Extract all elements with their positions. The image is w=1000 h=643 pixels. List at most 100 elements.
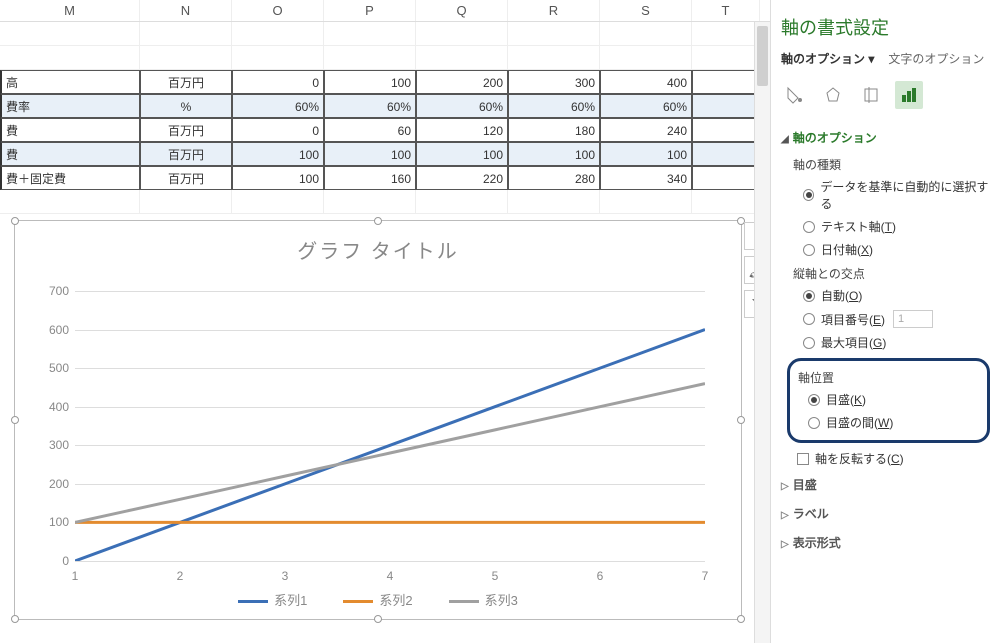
grid-cell[interactable]: 費 xyxy=(0,118,140,142)
column-header[interactable]: P xyxy=(324,0,416,21)
grid-cell[interactable]: 60% xyxy=(508,94,600,118)
chart-container[interactable]: グラフ タイトル 01002003004005006007001234567 系… xyxy=(14,220,742,620)
grid-cell[interactable]: 100 xyxy=(232,142,324,166)
grid-cell[interactable] xyxy=(416,190,508,214)
grid-cell[interactable]: 220 xyxy=(416,166,508,190)
grid-cell[interactable]: 400 xyxy=(600,70,692,94)
grid-cell[interactable]: 100 xyxy=(600,142,692,166)
grid-cell[interactable]: 160 xyxy=(324,166,416,190)
chart-handle[interactable] xyxy=(737,615,745,623)
section-numfmt[interactable]: ▷表示形式 xyxy=(781,528,990,557)
grid-cell[interactable] xyxy=(692,46,760,70)
grid-cell[interactable] xyxy=(692,166,760,190)
chart-handle[interactable] xyxy=(374,217,382,225)
grid-cell[interactable] xyxy=(0,22,140,46)
grid-cell[interactable] xyxy=(692,142,760,166)
grid-cell[interactable]: 費率 xyxy=(0,94,140,118)
grid-cell[interactable]: 300 xyxy=(508,70,600,94)
grid-cell[interactable]: 60% xyxy=(232,94,324,118)
grid-cell[interactable]: 100 xyxy=(324,70,416,94)
cross-item-input[interactable] xyxy=(893,310,933,328)
grid-cell[interactable]: 100 xyxy=(232,166,324,190)
radio-between-ticks[interactable]: 目盛の間(W) xyxy=(794,411,983,434)
axis-options-icon[interactable] xyxy=(895,81,923,109)
grid-cell[interactable] xyxy=(0,190,140,214)
radio-auto-type[interactable]: データを基準に自動的に選択する xyxy=(781,175,990,215)
grid-cell[interactable]: 100 xyxy=(324,142,416,166)
grid-cell[interactable] xyxy=(324,22,416,46)
grid-cell[interactable]: 60% xyxy=(416,94,508,118)
grid-cell[interactable]: 100 xyxy=(508,142,600,166)
radio-text-axis[interactable]: テキスト軸(T) xyxy=(781,215,990,238)
section-labels[interactable]: ▷ラベル xyxy=(781,499,990,528)
legend-item[interactable]: 系列1 xyxy=(238,590,307,609)
grid-cell[interactable]: 180 xyxy=(508,118,600,142)
column-header[interactable]: S xyxy=(600,0,692,21)
grid-cell[interactable] xyxy=(232,22,324,46)
legend-item[interactable]: 系列2 xyxy=(343,590,412,609)
chart-series-line[interactable] xyxy=(75,384,705,523)
grid-cell[interactable] xyxy=(692,22,760,46)
grid-cell[interactable]: 百万円 xyxy=(140,118,232,142)
grid-cell[interactable] xyxy=(140,22,232,46)
chart-series-line[interactable] xyxy=(75,330,705,561)
grid-cell[interactable] xyxy=(692,94,760,118)
radio-cross-item[interactable]: 項目番号(E) xyxy=(781,307,990,331)
column-header[interactable]: Q xyxy=(416,0,508,21)
grid-cell[interactable]: 100 xyxy=(416,142,508,166)
grid-cell[interactable]: 0 xyxy=(232,118,324,142)
section-ticks[interactable]: ▷目盛 xyxy=(781,470,990,499)
column-header[interactable]: M xyxy=(0,0,140,21)
grid-cell[interactable] xyxy=(232,46,324,70)
grid-cell[interactable] xyxy=(232,190,324,214)
radio-cross-max[interactable]: 最大項目(G) xyxy=(781,331,990,354)
chart-handle[interactable] xyxy=(11,416,19,424)
grid-cell[interactable]: 340 xyxy=(600,166,692,190)
grid-cell[interactable]: 240 xyxy=(600,118,692,142)
grid-cell[interactable]: 0 xyxy=(232,70,324,94)
grid-cell[interactable] xyxy=(140,190,232,214)
grid-cell[interactable]: 百万円 xyxy=(140,142,232,166)
grid-cell[interactable] xyxy=(600,22,692,46)
grid-cell[interactable]: 費 xyxy=(0,142,140,166)
grid-cell[interactable] xyxy=(508,22,600,46)
grid-cell[interactable]: % xyxy=(140,94,232,118)
grid-cell[interactable] xyxy=(140,46,232,70)
check-reverse-axis[interactable]: 軸を反転する(C) xyxy=(781,447,990,470)
grid-cell[interactable] xyxy=(0,46,140,70)
legend-item[interactable]: 系列3 xyxy=(449,590,518,609)
tab-text-options[interactable]: 文字のオプション xyxy=(888,50,984,67)
grid-body[interactable]: 高百万円0100200300400費率%60%60%60%60%60%費百万円0… xyxy=(0,22,770,214)
grid-cell[interactable]: 費＋固定費 xyxy=(0,166,140,190)
column-header[interactable]: O xyxy=(232,0,324,21)
grid-cell[interactable] xyxy=(508,190,600,214)
grid-cell[interactable] xyxy=(692,70,760,94)
effects-icon[interactable] xyxy=(819,81,847,109)
grid-cell[interactable]: 120 xyxy=(416,118,508,142)
chart-handle[interactable] xyxy=(11,217,19,225)
column-header[interactable]: T xyxy=(692,0,760,21)
grid-cell[interactable]: 200 xyxy=(416,70,508,94)
section-axis-options[interactable]: ◢軸のオプション xyxy=(781,123,990,152)
grid-cell[interactable] xyxy=(692,190,760,214)
grid-cell[interactable] xyxy=(324,46,416,70)
chart-plot-area[interactable]: 01002003004005006007001234567 xyxy=(75,291,705,561)
grid-cell[interactable] xyxy=(508,46,600,70)
grid-cell[interactable]: 280 xyxy=(508,166,600,190)
fill-line-icon[interactable] xyxy=(781,81,809,109)
chart-handle[interactable] xyxy=(737,416,745,424)
grid-cell[interactable]: 60% xyxy=(600,94,692,118)
radio-on-tick[interactable]: 目盛(K) xyxy=(794,388,983,411)
chart-title[interactable]: グラフ タイトル xyxy=(15,221,741,270)
grid-cell[interactable] xyxy=(692,118,760,142)
column-header[interactable]: N xyxy=(140,0,232,21)
radio-cross-auto[interactable]: 自動(O) xyxy=(781,284,990,307)
size-props-icon[interactable] xyxy=(857,81,885,109)
tab-axis-options[interactable]: 軸のオプション ▾ xyxy=(781,50,874,67)
chart-legend[interactable]: 系列1 系列2 系列3 xyxy=(15,590,741,609)
grid-cell[interactable]: 百万円 xyxy=(140,166,232,190)
chart-handle[interactable] xyxy=(374,615,382,623)
chart-handle[interactable] xyxy=(11,615,19,623)
grid-cell[interactable]: 60% xyxy=(324,94,416,118)
radio-date-axis[interactable]: 日付軸(X) xyxy=(781,238,990,261)
